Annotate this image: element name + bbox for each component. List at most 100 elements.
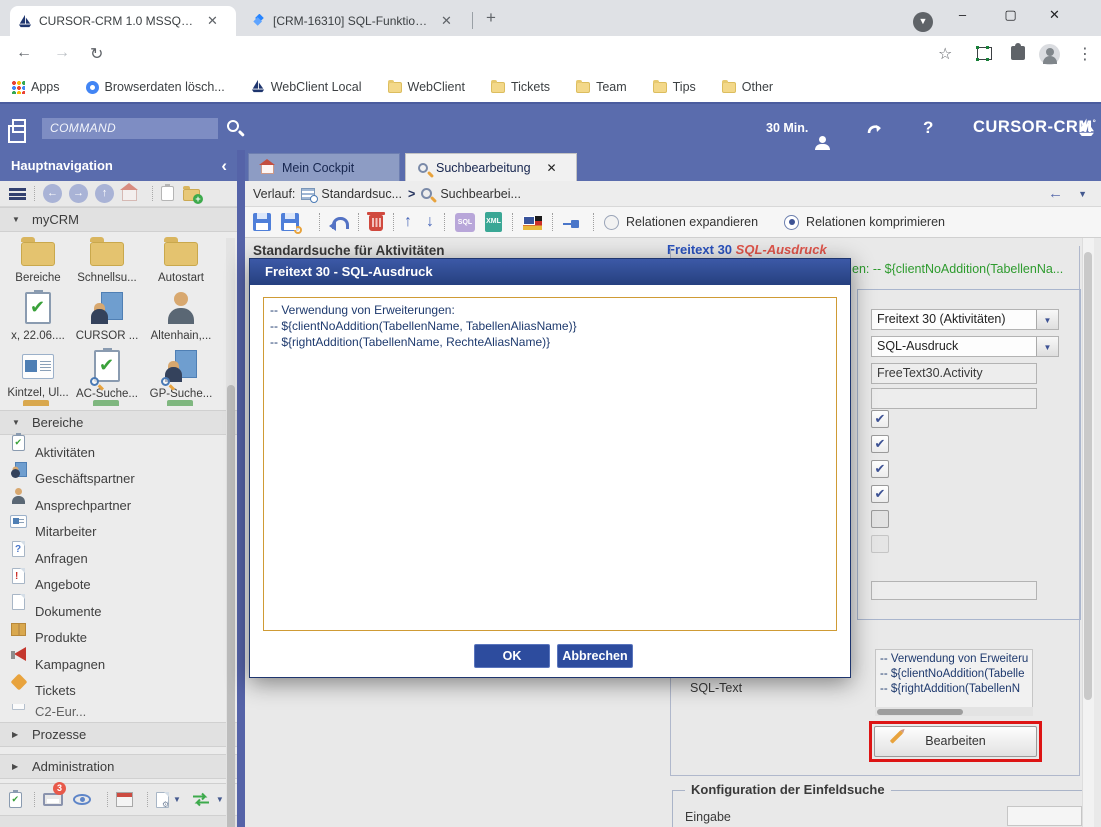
sidebar-item-aktivit-ten[interactable]: Aktivitäten (0, 439, 225, 465)
tab-close-icon[interactable]: ✕ (207, 13, 218, 29)
delete-icon[interactable] (369, 215, 383, 231)
chevron-down-icon[interactable]: ▼ (1078, 189, 1087, 199)
bookmark-webclient[interactable]: WebClient (388, 80, 465, 94)
sql-icon[interactable]: SQL (455, 213, 475, 232)
section-bereiche[interactable]: ▼Bereiche (0, 410, 237, 435)
extensions-puzzle-icon[interactable] (1011, 46, 1025, 60)
profile-avatar[interactable] (1039, 44, 1060, 65)
mycrm-item-bereiche[interactable]: Bereiche (3, 234, 73, 284)
bookmark-browserdaten-l-sch-[interactable]: Browserdaten lösch... (86, 80, 225, 94)
new-tab-button[interactable]: + (486, 8, 496, 28)
tab-close-icon[interactable]: ✕ (441, 13, 452, 29)
undo-icon[interactable] (330, 215, 348, 229)
option-checkbox-3[interactable]: ✔ (871, 460, 889, 478)
abbrechen-button[interactable]: Abbrechen (557, 644, 633, 668)
eingabe-input[interactable] (1007, 806, 1082, 826)
sync-icon[interactable] (191, 792, 211, 807)
preview-hscrollbar-thumb[interactable] (877, 709, 963, 715)
empty-field[interactable] (871, 581, 1037, 600)
bookmark-tips[interactable]: Tips (653, 80, 696, 94)
sidebar-scrollbar-thumb[interactable] (227, 385, 235, 827)
capture-extension-icon[interactable] (977, 47, 992, 60)
bookmark-team[interactable]: Team (576, 80, 627, 94)
sidebar-collapse-icon[interactable]: ‹ (221, 150, 227, 181)
command-input[interactable]: COMMAND (42, 118, 218, 139)
bookmark-tickets[interactable]: Tickets (491, 80, 550, 94)
mycrm-item-altenhain-[interactable]: Altenhain,... (146, 292, 216, 342)
tab-mein-cockpit[interactable]: Mein Cockpit (248, 153, 400, 181)
sidebar-item-kampagnen[interactable]: Kampagnen (0, 651, 225, 677)
bookmark-other[interactable]: Other (722, 80, 773, 94)
home-icon[interactable] (122, 189, 137, 201)
radio-relationen-expandieren[interactable] (604, 215, 619, 230)
sidebar-item-dokumente[interactable]: Dokumente (0, 598, 225, 624)
ok-button[interactable]: OK (474, 644, 550, 668)
preview-hscrollbar-track[interactable] (875, 707, 1033, 716)
bearbeiten-button[interactable]: Bearbeiten (874, 726, 1037, 757)
redo-icon[interactable] (867, 121, 883, 137)
sidebar-splitter[interactable] (237, 150, 245, 827)
browser-tab-jira[interactable]: [CRM-16310] SQL-Funktionen in ✕ (244, 6, 468, 36)
section-mycrm[interactable]: ▼myCRM (0, 207, 237, 232)
download-status-icon[interactable]: ▼ (913, 12, 933, 32)
mycrm-item-kintzel-ul-[interactable]: Kintzel, Ul... (3, 350, 73, 399)
edit-clipboard-icon[interactable] (9, 792, 22, 808)
tab-suchbearbeitung[interactable]: Suchbearbeitung ✕ (405, 153, 577, 181)
mycrm-item-x-22-06-[interactable]: x, 22.06.... (3, 292, 73, 342)
reload-icon[interactable]: ↻ (90, 44, 103, 64)
option-checkbox-4[interactable]: ✔ (871, 485, 889, 503)
sidebar-item-mitarbeiter[interactable]: Mitarbeiter (0, 519, 225, 545)
forward-icon[interactable]: → (54, 44, 70, 62)
browser-menu-icon[interactable]: ⋮ (1077, 44, 1093, 64)
fieldname-dropdown[interactable]: Freitext 30 (Aktivitäten)▼ (871, 309, 1059, 330)
move-down-icon[interactable]: ↓ (426, 214, 434, 230)
window-minimize-button[interactable]: – (940, 0, 985, 32)
section-prozesse[interactable]: ▶Prozesse (0, 722, 237, 747)
main-scrollbar-thumb[interactable] (1084, 252, 1092, 700)
sidebar-item-produkte[interactable]: Produkte (0, 625, 225, 651)
radio-label[interactable]: Relationen expandieren (626, 215, 758, 229)
chevron-down-icon[interactable]: ▼ (1036, 337, 1058, 357)
bookmark-apps[interactable]: Apps (12, 80, 60, 94)
mycrm-item-schnellsu-[interactable]: Schnellsu... (72, 234, 142, 284)
watch-eye-icon[interactable] (73, 793, 93, 807)
dialog-title[interactable]: Freitext 30 - SQL-Ausdruck (250, 259, 850, 285)
option-checkbox-6[interactable] (871, 535, 889, 553)
inbox-icon[interactable]: 3 (43, 790, 63, 809)
mycrm-item-gp-suche-[interactable]: GP-Suche... (146, 350, 216, 400)
bookmark-star-icon[interactable]: ☆ (938, 44, 952, 64)
tab-close-icon[interactable]: ✕ (547, 161, 557, 175)
sidebar-item-angebote[interactable]: !Angebote (0, 572, 225, 598)
section-administration[interactable]: ▶Administration (0, 754, 237, 779)
sql-text-preview[interactable]: -- Verwendung von Erweiteru -- ${clientN… (875, 649, 1033, 716)
pin-icon[interactable] (563, 220, 583, 228)
move-up-icon[interactable]: ↑ (404, 214, 412, 230)
sidebar-item-ansprechpartner[interactable]: Ansprechpartner (0, 492, 225, 518)
back-icon[interactable]: ← (16, 44, 32, 62)
sidebar-item-c2-eur-[interactable]: C2-Eur... (0, 704, 225, 718)
browser-tab-crm[interactable]: CURSOR-CRM 1.0 MSSQL genera ✕ (10, 6, 236, 36)
nav-back-icon[interactable]: ← (43, 184, 62, 203)
help-icon[interactable]: ? (923, 118, 933, 138)
sql-editor-textarea[interactable]: -- Verwendung von Erweiterungen: -- ${cl… (263, 297, 837, 631)
chevron-down-icon[interactable]: ▼ (216, 795, 224, 804)
nav-up-icon[interactable]: ↑ (95, 184, 114, 203)
document-action-icon[interactable]: ⚙ (156, 792, 169, 808)
save-icon[interactable] (253, 213, 271, 231)
option-checkbox-1[interactable]: ✔ (871, 410, 889, 428)
radio-relationen-komprimieren[interactable] (784, 215, 799, 230)
type-dropdown[interactable]: SQL-Ausdruck▼ (871, 336, 1059, 357)
calendar-icon[interactable] (116, 792, 133, 807)
verlauf-crumb-1[interactable]: Standardsuc... (321, 187, 402, 201)
mycrm-item-cursor-[interactable]: CURSOR ... (72, 292, 142, 342)
save-search-icon[interactable] (281, 213, 299, 231)
nav-forward-icon[interactable]: → (69, 184, 88, 203)
sidebar-item-gesch-ftspartner[interactable]: Geschäftspartner (0, 466, 225, 492)
mycrm-item-ac-suche-[interactable]: AC-Suche... (72, 350, 142, 400)
radio-label[interactable]: Relationen komprimieren (806, 215, 945, 229)
menu-icon[interactable] (9, 188, 26, 200)
chevron-down-icon[interactable]: ▼ (1036, 310, 1058, 330)
chevron-down-icon[interactable]: ▼ (173, 795, 181, 804)
sidebar-item-anfragen[interactable]: ?Anfragen (0, 545, 225, 571)
verlauf-crumb-2[interactable]: Suchbearbei... (440, 187, 521, 201)
